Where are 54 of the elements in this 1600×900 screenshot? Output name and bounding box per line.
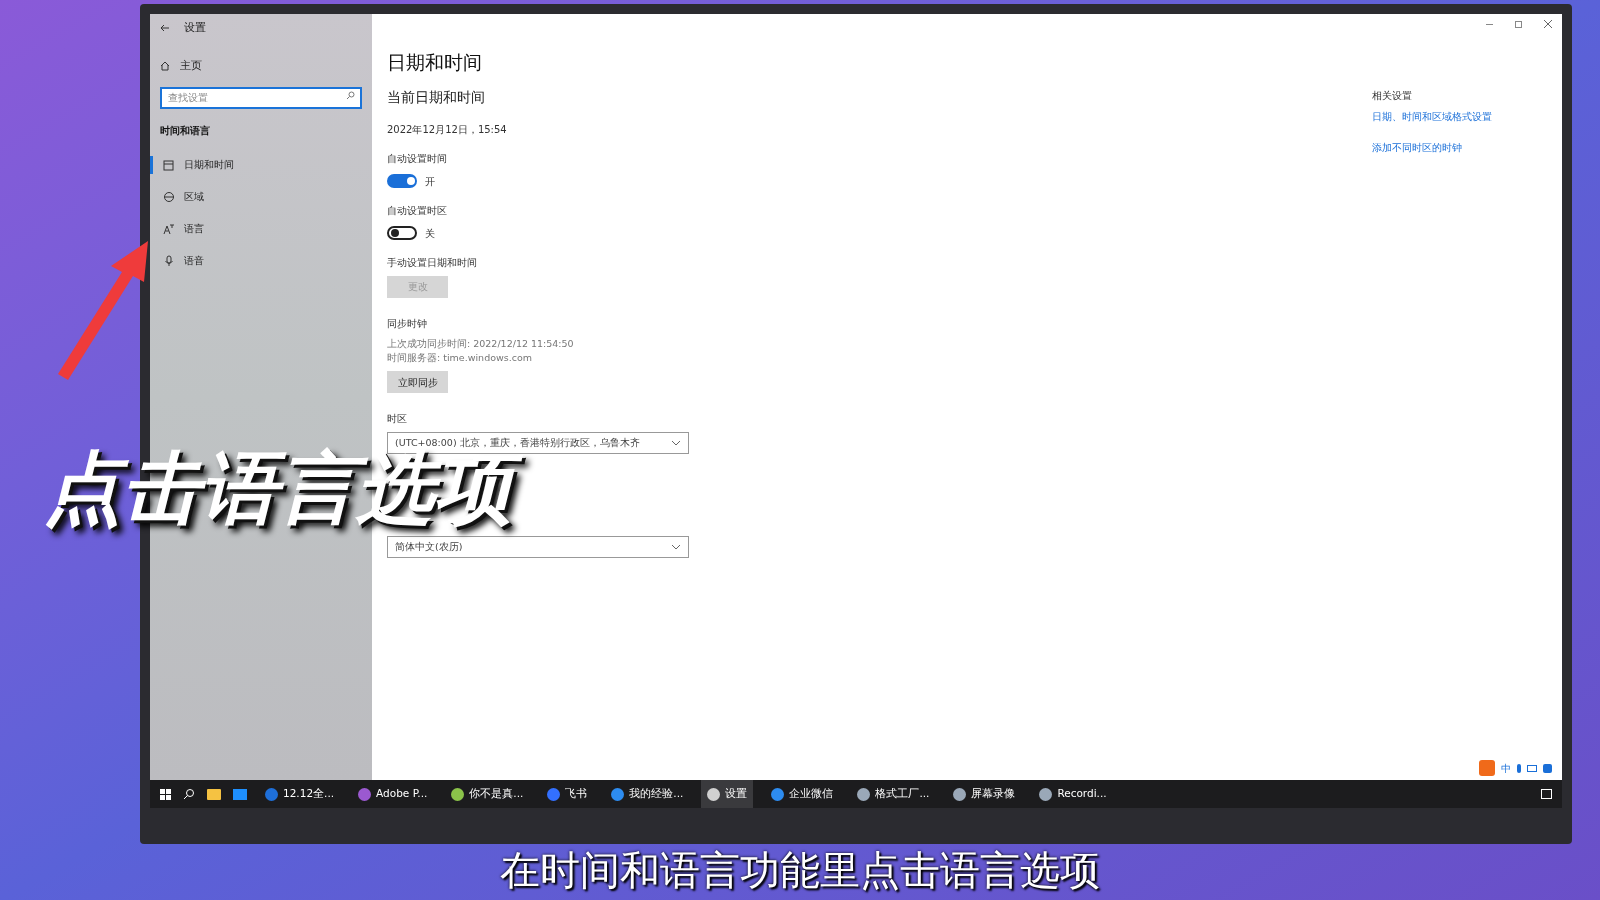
related-link[interactable]: 添加不同时区的时钟: [1372, 140, 1462, 155]
maximize-icon[interactable]: [1515, 20, 1522, 28]
back-arrow-icon[interactable]: [160, 24, 170, 32]
toggle-switch[interactable]: [387, 174, 417, 188]
last-sync-text: 上次成功同步时间: 2022/12/12 11:54:50: [387, 336, 574, 351]
sidebar-item[interactable]: 语言: [150, 219, 362, 238]
toggle-state: 关: [425, 226, 435, 241]
field-label: 手动设置日期和时间: [387, 255, 477, 270]
globe-icon: [163, 190, 175, 203]
taskbar-app[interactable]: Adobe P...: [352, 780, 434, 808]
sync-heading: 同步时钟: [387, 316, 427, 331]
chevron-down-icon: [671, 440, 681, 446]
related-link[interactable]: 日期、时间和区域格式设置: [1372, 109, 1492, 124]
time-server-text: 时间服务器: time.windows.com: [387, 350, 532, 365]
toggle-label: 自动设置时间: [387, 151, 447, 166]
taskbar-app[interactable]: 飞书: [541, 780, 594, 808]
sidebar-item[interactable]: 语音: [150, 251, 362, 270]
video-subtitle: 在时间和语言功能里点击语言选项: [500, 846, 1100, 894]
search-icon: [346, 91, 355, 100]
minimize-icon[interactable]: [1486, 23, 1493, 25]
home-link[interactable]: 主页: [180, 57, 202, 75]
section-heading: 时间和语言: [160, 123, 211, 138]
page-title: 日期和时间: [387, 50, 482, 75]
folder-icon[interactable]: [207, 788, 221, 800]
calendar-dropdown[interactable]: 简体中文(农历): [387, 536, 689, 558]
home-icon: [160, 61, 170, 71]
ime-mode-toggle[interactable]: 中: [1501, 760, 1511, 776]
related-settings-heading: 相关设置: [1372, 89, 1412, 103]
sidebar-item[interactable]: 日期和时间: [150, 155, 362, 174]
close-icon[interactable]: [1544, 20, 1552, 28]
toggle-label: 自动设置时区: [387, 203, 447, 218]
language-icon: [163, 222, 175, 235]
taskbar-app[interactable]: 设置: [701, 780, 754, 808]
taskbar-app[interactable]: 格式工厂...: [851, 780, 936, 808]
taskbar-app[interactable]: 12.12全...: [259, 780, 341, 808]
toggle-switch[interactable]: [387, 226, 417, 240]
taskbar-app[interactable]: 你不是真...: [445, 780, 530, 808]
section-title: 当前日期和时间: [387, 87, 485, 107]
search-field[interactable]: 查找设置: [160, 86, 362, 109]
search-icon[interactable]: [183, 788, 195, 800]
current-date-time: 2022年12月12日，15:54: [387, 122, 507, 137]
windows-start-icon[interactable]: [160, 788, 171, 800]
calendar-icon: [163, 158, 175, 171]
chevron-down-icon: [671, 544, 681, 550]
taskbar-app[interactable]: Recordi...: [1033, 780, 1113, 808]
toggle-state: 开: [425, 174, 435, 189]
window-title: 设置: [184, 19, 206, 36]
taskbar-app[interactable]: 我的经验...: [605, 780, 690, 808]
window-icon[interactable]: [233, 788, 247, 800]
field-label: 时区: [387, 412, 407, 426]
sidebar-item[interactable]: 区域: [150, 187, 362, 206]
taskbar-app[interactable]: 屏幕录像: [947, 780, 1022, 808]
sync-now-button[interactable]: 立即同步: [387, 371, 448, 393]
taskbar-app[interactable]: 企业微信: [765, 780, 840, 808]
